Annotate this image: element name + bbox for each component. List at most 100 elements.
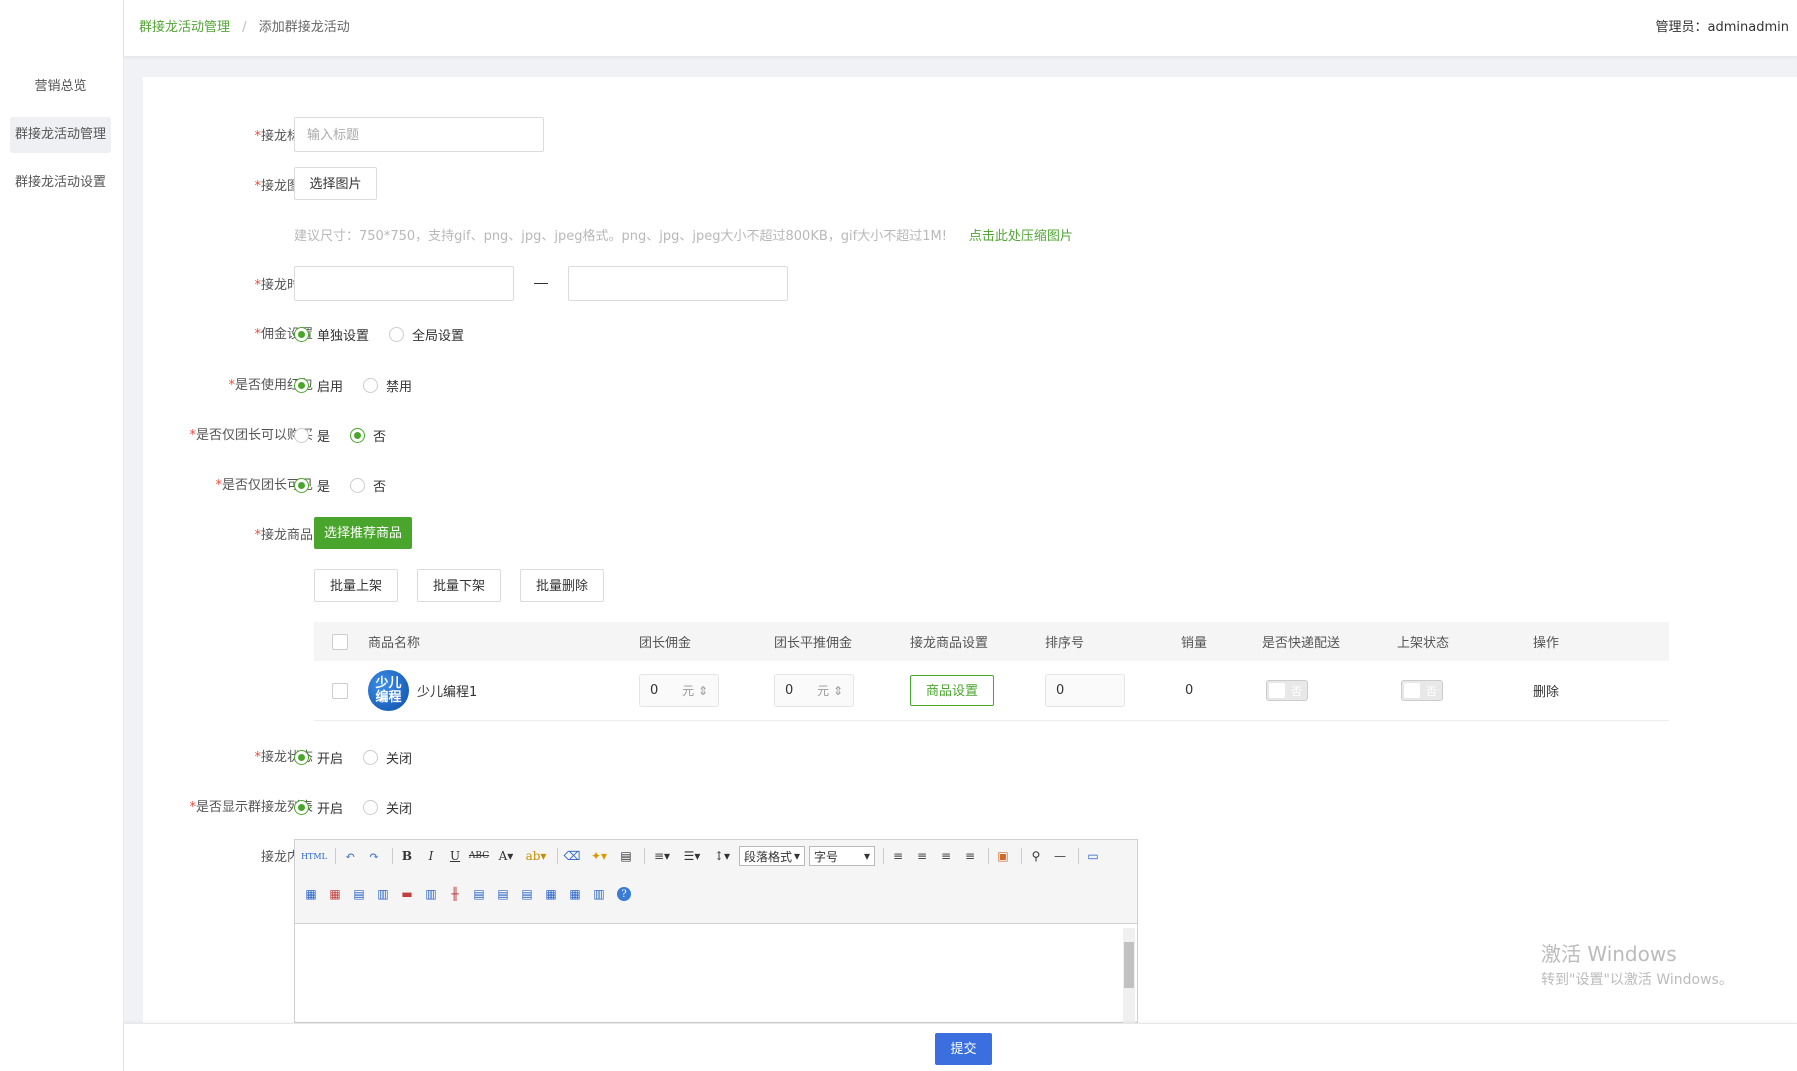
help-icon[interactable]: ?	[617, 887, 631, 901]
ordered-list-icon[interactable]: ≡▾	[649, 846, 675, 866]
sales-value: 0	[1185, 683, 1194, 698]
rich-text-editor: HTML ↶ ↷ B I U ABC A▾ ab▾ ⌫ ✦▾ ▤ ≡▾ ☰▾ ↕…	[294, 839, 1138, 1024]
magic-format-icon[interactable]: ✦▾	[586, 846, 612, 866]
highlight-icon[interactable]: ab▾	[523, 846, 549, 866]
undo-icon[interactable]: ↶	[340, 846, 360, 866]
main-content: *接龙标题 *接龙图片 选择图片 建议尺寸：750*750，支持gif、png、…	[143, 77, 1797, 1024]
batch-on-shelf-button[interactable]: 批量上架	[314, 569, 398, 602]
font-size-select[interactable]: 字号 ▾	[809, 846, 875, 866]
title-label: *接龙标题	[254, 129, 313, 144]
split-rows-icon[interactable]: ▦	[565, 884, 585, 904]
flat-commission-input[interactable]: 0元 ⇕	[774, 674, 854, 707]
delete-link[interactable]: 删除	[1533, 661, 1559, 720]
sidebar-item-overview[interactable]: 营销总览	[10, 69, 111, 105]
leader-buy-yes-radio[interactable]: 是	[294, 426, 330, 445]
preview-icon[interactable]: ▭	[1083, 846, 1103, 866]
font-color-icon[interactable]: A▾	[493, 846, 519, 866]
goods-settings-button[interactable]: 商品设置	[910, 675, 994, 706]
insert-col-icon[interactable]: ▥	[421, 884, 441, 904]
align-left-icon[interactable]: ≡	[888, 846, 908, 866]
delete-row-icon[interactable]: ▬	[397, 884, 417, 904]
commission-label: *佣金设置	[254, 327, 313, 342]
redo-icon[interactable]: ↷	[364, 846, 384, 866]
line-height-icon[interactable]: ↕▾	[709, 846, 735, 866]
align-right-icon[interactable]: ≡	[936, 846, 956, 866]
align-justify-icon[interactable]: ≡	[960, 846, 980, 866]
align-center-icon[interactable]: ≡	[912, 846, 932, 866]
image-label: *接龙图片	[254, 179, 313, 194]
leader-buy-label: *是否仅团长可以购买	[189, 428, 313, 443]
row-checkbox[interactable]	[332, 682, 348, 699]
column-header: 销量	[1181, 636, 1208, 651]
sidebar: 营销总览 群接龙活动管理 群接龙活动设置	[0, 0, 124, 1071]
paragraph-format-select[interactable]: 段落格式 ▾	[739, 846, 805, 866]
unordered-list-icon[interactable]: ☰▾	[679, 846, 705, 866]
show-list-label: *是否显示群接龙列表	[189, 800, 313, 815]
admin-name[interactable]: adminadmin	[1708, 20, 1789, 35]
status-close-radio[interactable]: 关闭	[363, 748, 412, 767]
bold-icon[interactable]: B	[397, 846, 417, 866]
merge-cells-icon[interactable]: ▤	[469, 884, 489, 904]
column-header: 上架状态	[1397, 636, 1450, 651]
show-list-open-radio[interactable]: 开启	[294, 798, 343, 817]
table-row: 少儿 编程 少儿编程1 0元 ⇕ 0元 ⇕ 商品设置 0 0 否 否 删除	[314, 661, 1669, 721]
status-open-radio[interactable]: 开启	[294, 748, 343, 767]
sidebar-item-activity-settings[interactable]: 群接龙活动设置	[10, 165, 111, 201]
sidebar-item-activity-manage[interactable]: 群接龙活动管理	[10, 117, 111, 153]
underline-icon[interactable]: U	[445, 846, 465, 866]
insert-table-icon[interactable]: ▦	[301, 884, 321, 904]
admin-info: 管理员：adminadmin	[1656, 16, 1789, 35]
breadcrumb: 群接龙活动管理 / 添加群接龙活动	[139, 16, 350, 35]
compress-image-link[interactable]: 点击此处压缩图片	[969, 229, 1073, 244]
html-source-icon[interactable]: HTML	[301, 846, 327, 866]
select-image-button[interactable]: 选择图片	[294, 167, 377, 200]
batch-off-shelf-button[interactable]: 批量下架	[417, 569, 501, 602]
red-packet-enable-radio[interactable]: 启用	[294, 376, 343, 395]
commission-global-radio[interactable]: 全局设置	[389, 325, 464, 344]
select-recommended-goods-button[interactable]: 选择推荐商品	[314, 517, 412, 549]
goods-label: *接龙商品	[254, 528, 313, 543]
shelf-toggle[interactable]: 否	[1401, 680, 1443, 701]
batch-delete-button[interactable]: 批量删除	[520, 569, 604, 602]
leader-buy-radio-group: 是 否	[294, 426, 406, 445]
horizontal-rule-icon[interactable]: —	[1050, 846, 1070, 866]
paste-icon[interactable]: ▤	[616, 846, 636, 866]
sort-input[interactable]: 0	[1045, 674, 1125, 707]
eraser-icon[interactable]: ⌫	[562, 846, 582, 866]
commission-input[interactable]: 0元 ⇕	[639, 674, 719, 707]
insert-caption-icon[interactable]: ▤	[349, 884, 369, 904]
insert-row-icon[interactable]: ▥	[373, 884, 393, 904]
merge-down-icon[interactable]: ▤	[517, 884, 537, 904]
split-cols-icon[interactable]: ▥	[589, 884, 609, 904]
editor-scrollbar[interactable]	[1123, 928, 1135, 1024]
title-input[interactable]	[294, 117, 544, 152]
show-list-close-radio[interactable]: 关闭	[363, 798, 412, 817]
breadcrumb-link[interactable]: 群接龙活动管理	[139, 20, 230, 35]
delete-table-icon[interactable]: ▦	[325, 884, 345, 904]
express-toggle[interactable]: 否	[1266, 680, 1308, 701]
leader-visible-no-radio[interactable]: 否	[350, 476, 386, 495]
split-cells-icon[interactable]: ▦	[541, 884, 561, 904]
editor-body[interactable]	[295, 925, 1121, 1022]
column-header: 排序号	[1045, 636, 1085, 651]
column-header: 团长平推佣金	[774, 636, 853, 651]
search-replace-icon[interactable]: ⚲	[1026, 846, 1046, 866]
column-header: 团长佣金	[639, 636, 692, 651]
leader-visible-radio-group: 是 否	[294, 476, 406, 495]
red-packet-disable-radio[interactable]: 禁用	[363, 376, 412, 395]
delete-col-icon[interactable]: ╫	[445, 884, 465, 904]
select-all-checkbox[interactable]	[332, 633, 348, 650]
strikethrough-icon[interactable]: ABC	[469, 846, 489, 866]
end-time-input[interactable]	[568, 266, 788, 301]
merge-right-icon[interactable]: ▤	[493, 884, 513, 904]
column-header: 是否快递配送	[1262, 636, 1341, 651]
start-time-input[interactable]	[294, 266, 514, 301]
red-packet-radio-group: 启用 禁用	[294, 376, 432, 395]
submit-button[interactable]: 提交	[935, 1033, 992, 1065]
image-icon[interactable]: ▣	[993, 846, 1013, 866]
show-list-radio-group: 开启 关闭	[294, 798, 432, 817]
commission-individual-radio[interactable]: 单独设置	[294, 325, 369, 344]
italic-icon[interactable]: I	[421, 846, 441, 866]
leader-buy-no-radio[interactable]: 否	[350, 426, 386, 445]
leader-visible-yes-radio[interactable]: 是	[294, 476, 330, 495]
